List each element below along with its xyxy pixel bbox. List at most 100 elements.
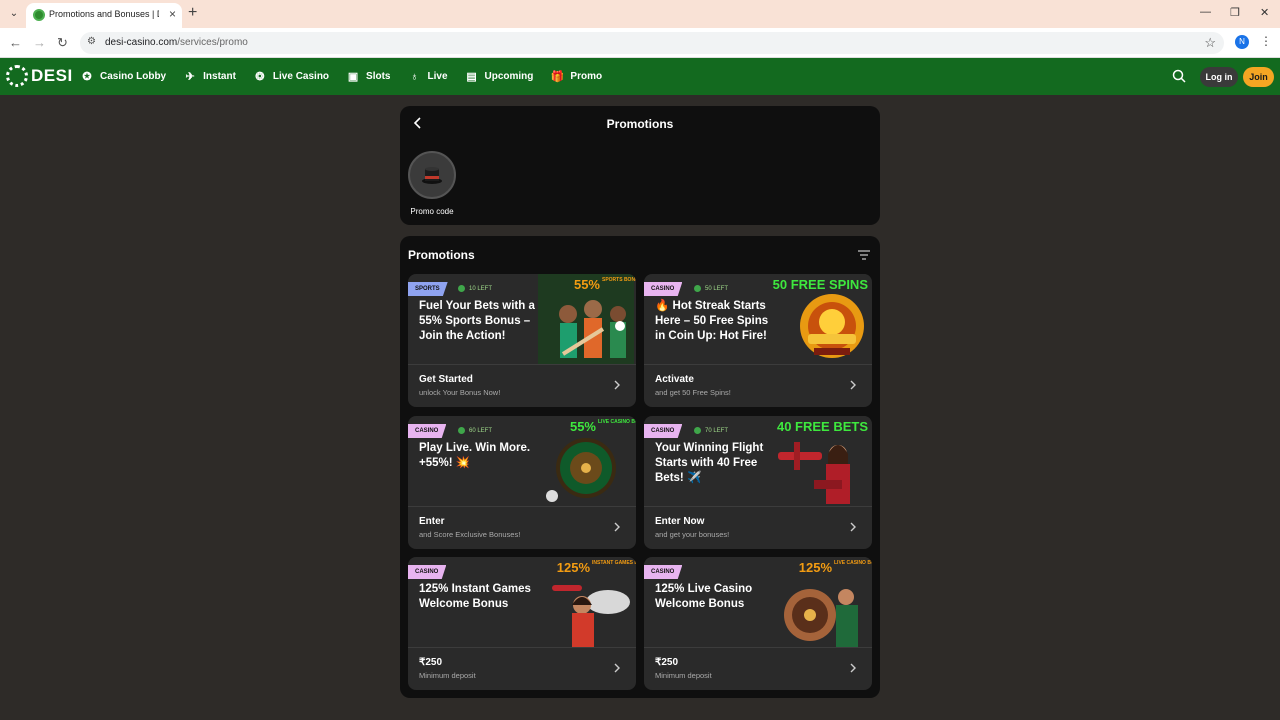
browser-tab-bar: ⌄ Promotions and Bonuses | Desi × + — ❐ … bbox=[0, 0, 1280, 28]
reload-icon[interactable]: ↻ bbox=[57, 35, 68, 51]
nav-label: Casino Lobby bbox=[100, 71, 167, 82]
gift-icon: 🎁 bbox=[550, 70, 565, 83]
nav-live-casino[interactable]: ❂ Live Casino bbox=[253, 58, 329, 95]
cta-subtext: and get your bonuses! bbox=[655, 530, 730, 539]
promo-art-text: 40 FREE BETS bbox=[776, 419, 868, 434]
cta-subtext: and get 50 Free Spins! bbox=[655, 388, 731, 397]
microphone-icon: ♁ bbox=[410, 70, 419, 83]
promo-cta[interactable]: Enter Now and get your bonuses! bbox=[644, 506, 872, 549]
promotions-list-panel: Promotions 55%SPORTS BONUS SPORTS 10 LEF… bbox=[400, 236, 880, 698]
clock-icon bbox=[694, 427, 701, 434]
search-icon[interactable] bbox=[1172, 69, 1186, 83]
remaining-count: 70 LEFT bbox=[694, 427, 728, 434]
promo-card-banner: 40 FREE BETS CASINO 70 LEFT Your Winning… bbox=[644, 416, 872, 506]
close-window-icon[interactable]: ✕ bbox=[1260, 6, 1269, 19]
remaining-count: 60 LEFT bbox=[458, 427, 492, 434]
promo-cta[interactable]: Get Started unlock Your Bonus Now! bbox=[408, 364, 636, 407]
calendar-icon: ▤ bbox=[466, 70, 477, 83]
nav-label: Live bbox=[427, 71, 448, 82]
chevron-right-icon bbox=[850, 522, 856, 532]
promo-title: 125% Live Casino Welcome Bonus bbox=[655, 583, 753, 610]
promo-card-free-spins[interactable]: 50 FREE SPINS CASINO 50 LEFT 🔥 Hot Strea… bbox=[644, 274, 872, 407]
clock-icon bbox=[458, 285, 465, 292]
clock-icon bbox=[694, 285, 701, 292]
chevron-right-icon bbox=[850, 663, 856, 673]
promo-card-banner: 125%LIVE CASINO BONUS CASINO 125% Live C… bbox=[644, 557, 872, 647]
main-nav: ✪ Casino Lobby ✈ Instant ❂ Live Casino ▣… bbox=[80, 58, 619, 95]
promotions-heading: Promotions bbox=[408, 248, 475, 262]
cta-label: ₹250 bbox=[655, 657, 679, 668]
roulette-icon: ❂ bbox=[255, 70, 265, 83]
back-arrow-icon[interactable]: ← bbox=[9, 35, 22, 50]
promo-card-banner: 55%LIVE CASINO BONUS CASINO 60 LEFT Play… bbox=[408, 416, 636, 506]
promo-cta[interactable]: Enter and Score Exclusive Bonuses! bbox=[408, 506, 636, 549]
login-button[interactable]: Log in bbox=[1200, 67, 1238, 87]
promo-art-text: 55%SPORTS BONUS bbox=[573, 277, 636, 292]
nav-label: Live Casino bbox=[272, 71, 330, 82]
promo-card-sports-bonus[interactable]: 55%SPORTS BONUS SPORTS 10 LEFT Fuel Your… bbox=[408, 274, 636, 407]
promo-code-button[interactable] bbox=[408, 151, 456, 199]
join-button[interactable]: Join bbox=[1243, 67, 1274, 87]
cta-subtext: Minimum deposit bbox=[419, 671, 476, 680]
nav-upcoming[interactable]: ▤ Upcoming bbox=[465, 58, 533, 95]
profile-avatar[interactable]: N bbox=[1235, 35, 1249, 49]
cta-label: Enter bbox=[419, 516, 445, 527]
cta-label: Get Started bbox=[419, 374, 473, 385]
promo-art-text: 55%LIVE CASINO BONUS bbox=[569, 419, 636, 434]
forward-arrow-icon[interactable]: → bbox=[33, 35, 46, 50]
close-tab-icon[interactable]: × bbox=[169, 7, 176, 21]
promo-art-text: 50 FREE SPINS bbox=[772, 277, 868, 292]
nav-casino-lobby[interactable]: ✪ Casino Lobby bbox=[80, 58, 166, 95]
plane-icon: ✈ bbox=[185, 70, 195, 83]
promo-card-banner: 50 FREE SPINS CASINO 50 LEFT 🔥 Hot Strea… bbox=[644, 274, 872, 364]
promo-art-text: 125%LIVE CASINO BONUS bbox=[798, 560, 872, 575]
promo-card-banner: 55%SPORTS BONUS SPORTS 10 LEFT Fuel Your… bbox=[408, 274, 636, 364]
clock-icon bbox=[458, 427, 465, 434]
remaining-count: 50 LEFT bbox=[694, 285, 728, 292]
promo-card-live-casino-welcome[interactable]: 125%LIVE CASINO BONUS CASINO 125% Live C… bbox=[644, 557, 872, 690]
logo-sun-icon bbox=[6, 65, 28, 87]
nav-live[interactable]: ♁ Live bbox=[408, 58, 448, 95]
category-badge: CASINO bbox=[644, 424, 683, 438]
promo-code-label: Promo code bbox=[410, 207, 454, 216]
browser-menu-icon[interactable]: ⋮ bbox=[1260, 34, 1272, 48]
promo-card-live-casino[interactable]: 55%LIVE CASINO BONUS CASINO 60 LEFT Play… bbox=[408, 416, 636, 549]
restore-icon[interactable]: ❐ bbox=[1230, 6, 1240, 19]
tab-title: Promotions and Bonuses | Desi bbox=[49, 9, 159, 19]
site-info-icon[interactable]: ⚙ bbox=[87, 36, 96, 47]
promotions-header-panel: Promotions Promo code bbox=[400, 106, 880, 225]
promo-card-instant-games[interactable]: 125%INSTANT GAMES BONUS CASINO 125% Inst… bbox=[408, 557, 636, 690]
nav-label: Slots bbox=[366, 71, 391, 82]
bookmark-star-icon[interactable]: ☆ bbox=[1204, 35, 1216, 51]
category-badge: CASINO bbox=[644, 565, 683, 579]
nav-label: Promo bbox=[570, 71, 603, 82]
promo-title: 125% Instant Games Welcome Bonus bbox=[419, 583, 531, 610]
category-badge: CASINO bbox=[408, 424, 447, 438]
new-tab-icon[interactable]: + bbox=[188, 4, 197, 22]
promo-art-text: 125%INSTANT GAMES BONUS bbox=[556, 560, 636, 575]
promo-cta[interactable]: ₹250 Minimum deposit bbox=[408, 647, 636, 690]
cta-subtext: Minimum deposit bbox=[655, 671, 712, 680]
tab-search-chevron-icon[interactable]: ⌄ bbox=[6, 6, 22, 22]
promo-cta[interactable]: ₹250 Minimum deposit bbox=[644, 647, 872, 690]
category-badge: CASINO bbox=[644, 282, 683, 296]
desi-logo[interactable]: DESI bbox=[6, 64, 72, 88]
browser-tab[interactable]: Promotions and Bonuses | Desi × bbox=[26, 3, 182, 28]
url-text: desi-casino.com/services/promo bbox=[105, 37, 248, 48]
filter-icon[interactable] bbox=[858, 250, 870, 260]
nav-promo[interactable]: 🎁 Promo bbox=[550, 58, 603, 95]
magic-hat-icon bbox=[422, 167, 442, 184]
nav-slots[interactable]: ▣ Slots bbox=[346, 58, 391, 95]
promo-title: Your Winning Flight Starts with 40 Free … bbox=[655, 442, 764, 484]
site-favicon-icon bbox=[33, 9, 45, 21]
promo-card-free-bets[interactable]: 40 FREE BETS CASINO 70 LEFT Your Winning… bbox=[644, 416, 872, 549]
logo-text: DESI bbox=[31, 66, 73, 85]
minimize-icon[interactable]: — bbox=[1200, 6, 1211, 18]
nav-instant[interactable]: ✈ Instant bbox=[183, 58, 236, 95]
promo-card-banner: 125%INSTANT GAMES BONUS CASINO 125% Inst… bbox=[408, 557, 636, 647]
category-badge: SPORTS bbox=[408, 282, 448, 296]
cta-label: Activate bbox=[655, 374, 694, 385]
address-bar[interactable]: ⚙ desi-casino.com/services/promo ☆ bbox=[80, 32, 1224, 54]
promo-cta[interactable]: Activate and get 50 Free Spins! bbox=[644, 364, 872, 407]
chevron-right-icon bbox=[850, 380, 856, 390]
